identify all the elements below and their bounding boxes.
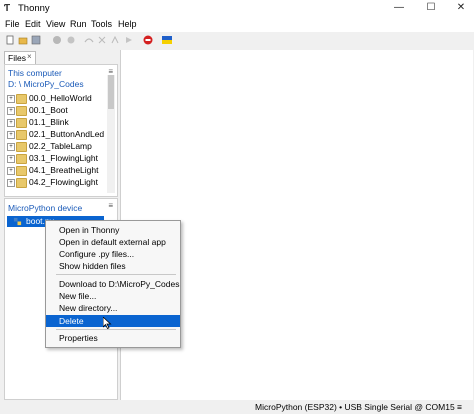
expand-icon[interactable]: +	[7, 179, 15, 187]
folder-name: 02.2_TableLamp	[29, 141, 92, 151]
vertical-scrollbar[interactable]	[107, 75, 115, 193]
menu-item-new-file[interactable]: New file...	[46, 290, 180, 302]
folder-name: 04.1_BreatheLight	[29, 165, 99, 175]
list-item[interactable]: + 02.1_ButtonAndLed	[7, 129, 107, 141]
debug-icon[interactable]	[66, 35, 76, 45]
title-bar: Ƭ Thonny — ☐ ✕	[0, 0, 474, 17]
expand-icon[interactable]: +	[7, 131, 15, 139]
folder-name: 01.1_Blink	[29, 117, 69, 127]
menu-edit[interactable]: Edit	[25, 19, 41, 29]
folder-icon	[16, 118, 27, 128]
minimize-button[interactable]: —	[384, 1, 414, 15]
folder-name: 03.1_FlowingLight	[29, 153, 98, 163]
save-icon[interactable]	[31, 35, 41, 45]
menu-bar: File Edit View Run Tools Help	[0, 17, 474, 32]
window-title: Thonny	[18, 3, 50, 14]
folder-icon	[16, 154, 27, 164]
close-button[interactable]: ✕	[446, 1, 474, 15]
maximize-button[interactable]: ☐	[416, 1, 446, 15]
list-item[interactable]: + 04.1_BreatheLight	[7, 165, 107, 177]
step-out-icon[interactable]	[110, 35, 120, 45]
list-item[interactable]: + 00.0_HelloWorld	[7, 93, 107, 105]
expand-icon[interactable]: +	[7, 107, 15, 115]
stop-icon[interactable]	[143, 35, 153, 45]
menu-separator	[56, 329, 176, 330]
menu-tools[interactable]: Tools	[91, 19, 112, 29]
status-bar: MicroPython (ESP32) • USB Single Serial …	[0, 402, 474, 414]
tab-files[interactable]: Files ×	[4, 51, 36, 64]
list-item[interactable]: + 00.1_Boot	[7, 105, 107, 117]
run-icon[interactable]	[52, 35, 62, 45]
list-item[interactable]: + 02.2_TableLamp	[7, 141, 107, 153]
menu-file[interactable]: File	[5, 19, 20, 29]
context-menu: Open in Thonny Open in default external …	[45, 220, 181, 348]
expand-icon[interactable]: +	[7, 119, 15, 127]
micropython-device-header: MicroPython device	[8, 203, 83, 213]
folder-icon	[16, 142, 27, 152]
expand-icon[interactable]: +	[7, 95, 15, 103]
folder-icon	[16, 178, 27, 188]
menu-item-open-external[interactable]: Open in default external app	[46, 236, 180, 248]
ukraine-flag-icon[interactable]	[162, 35, 172, 45]
menu-item-delete[interactable]: Delete	[46, 315, 180, 327]
interpreter-status[interactable]: MicroPython (ESP32) • USB Single Serial …	[255, 402, 462, 412]
this-computer-panel: This computer ≡ D: \ MicroPy_Codes + 00.…	[4, 64, 118, 197]
step-over-icon[interactable]	[84, 35, 94, 45]
mouse-cursor-icon	[103, 317, 112, 329]
folder-name: 02.1_ButtonAndLed	[29, 129, 105, 139]
menu-run[interactable]: Run	[70, 19, 87, 29]
list-item[interactable]: + 03.1_FlowingLight	[7, 153, 107, 165]
expand-icon[interactable]: +	[7, 155, 15, 163]
tab-files-label: Files	[8, 53, 26, 63]
new-file-icon[interactable]	[5, 35, 15, 45]
folder-icon	[16, 94, 27, 104]
toolbar	[0, 32, 474, 49]
list-item[interactable]: + 01.1_Blink	[7, 117, 107, 129]
menu-item-open-in-thonny[interactable]: Open in Thonny	[46, 224, 180, 236]
resume-icon[interactable]	[124, 35, 134, 45]
expand-icon[interactable]: +	[7, 143, 15, 151]
expand-icon[interactable]: +	[7, 167, 15, 175]
folder-name: 00.0_HelloWorld	[29, 93, 92, 103]
folder-name: 00.1_Boot	[29, 105, 68, 115]
menu-help[interactable]: Help	[118, 19, 137, 29]
menu-item-configure-py[interactable]: Configure .py files...	[46, 248, 180, 260]
menu-separator	[56, 274, 176, 275]
panel-menu-icon[interactable]: ≡	[108, 201, 113, 210]
list-item[interactable]: + 04.2_FlowingLight	[7, 177, 107, 189]
menu-item-show-hidden[interactable]: Show hidden files	[46, 260, 180, 272]
menu-item-download[interactable]: Download to D:\MicroPy_Codes	[46, 278, 180, 290]
open-file-icon[interactable]	[18, 35, 28, 45]
current-path[interactable]: D: \ MicroPy_Codes	[8, 79, 84, 89]
menu-item-new-directory[interactable]: New directory...	[46, 302, 180, 314]
python-file-icon	[13, 217, 22, 226]
this-computer-header: This computer	[8, 68, 62, 78]
menu-item-properties[interactable]: Properties	[46, 332, 180, 344]
folder-icon	[16, 130, 27, 140]
folder-icon	[16, 106, 27, 116]
step-into-icon[interactable]	[97, 35, 107, 45]
menu-view[interactable]: View	[46, 19, 65, 29]
folder-icon	[16, 166, 27, 176]
thonny-icon: Ƭ	[4, 3, 11, 14]
close-icon[interactable]: ×	[27, 52, 32, 61]
scrollbar-thumb[interactable]	[108, 75, 114, 109]
folder-name: 04.2_FlowingLight	[29, 177, 98, 187]
